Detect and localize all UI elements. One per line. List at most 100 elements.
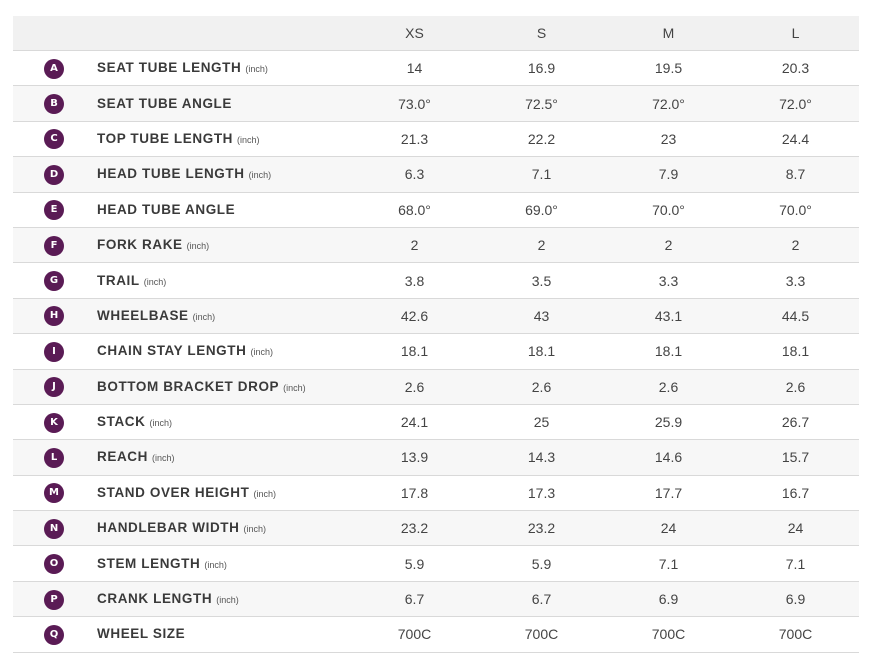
measurement-name: CRANK LENGTH (97, 591, 213, 607)
size-header-m: M (605, 16, 732, 51)
value-cell-l: 70.0° (732, 192, 859, 228)
measurement-letter-badge: P (44, 589, 64, 610)
table-row: M STAND OVER HEIGHT (inch) 17.8 17.3 17.7 16.7 (13, 475, 859, 512)
value-cell-m: 7.9 (605, 156, 732, 193)
badge-cell: I (13, 333, 97, 370)
measurement-letter-badge: H (44, 306, 64, 327)
badge-cell: N (13, 510, 97, 547)
value-cell-m: 3.3 (605, 262, 732, 299)
value-cell-s: 23.2 (478, 510, 605, 547)
table-row: A SEAT TUBE LENGTH (inch) 14 16.9 19.5 20.3 (13, 50, 859, 87)
value-cell-xs: 21.3 (351, 121, 478, 158)
value-cell-xs: 68.0° (351, 192, 478, 228)
measurement-unit: (inch) (237, 134, 260, 145)
value-cell-l: 16.7 (732, 475, 859, 512)
table-row: N HANDLEBAR WIDTH (inch) 23.2 23.2 24 24 (13, 510, 859, 547)
measurement-label: WHEELBASE (inch) (97, 298, 351, 335)
value-cell-xs: 6.7 (351, 581, 478, 618)
size-header-s: S (478, 16, 605, 51)
measurement-label: CRANK LENGTH (inch) (97, 581, 351, 618)
value-cell-xs: 73.0° (351, 85, 478, 122)
measurement-name: SEAT TUBE LENGTH (97, 60, 242, 76)
measurement-name: CHAIN STAY LENGTH (97, 343, 247, 359)
measurement-letter-badge: O (44, 554, 64, 575)
measurement-label: FORK RAKE (inch) (97, 227, 351, 264)
value-cell-l: 20.3 (732, 50, 859, 87)
measurement-letter-badge: I (44, 341, 64, 362)
badge-cell: E (13, 192, 97, 228)
measurement-unit: (inch) (143, 276, 167, 287)
value-cell-xs: 6.3 (351, 156, 478, 193)
badge-cell: Q (13, 616, 97, 653)
table-body: A SEAT TUBE LENGTH (inch) 14 16.9 19.5 20.3 B SE… (13, 50, 859, 653)
measurement-label: TOP TUBE LENGTH (inch) (97, 121, 351, 158)
measurement-name: STAND OVER HEIGHT (97, 484, 250, 500)
measurement-letter-badge: G (44, 271, 64, 292)
measurement-label: SEAT TUBE LENGTH (inch) (97, 50, 351, 87)
value-cell-xs: 14 (351, 50, 478, 87)
measurement-name: WHEEL SIZE (97, 626, 186, 642)
value-cell-s: 2.6 (478, 369, 605, 405)
geometry-table: XS S M L A SEAT TUBE LENGTH (inch) 14 16.9 19… (13, 16, 859, 653)
measurement-letter-badge: E (44, 200, 64, 221)
value-cell-s: 14.3 (478, 439, 605, 476)
measurement-label: CHAIN STAY LENGTH (inch) (97, 333, 351, 370)
measurement-unit: (inch) (243, 524, 266, 535)
value-cell-m: 2.6 (605, 369, 732, 405)
value-cell-xs: 2.6 (351, 369, 478, 405)
header-blank-badge (13, 16, 97, 51)
table-row: E HEAD TUBE ANGLE 68.0° 69.0° 70.0° 70.0° (13, 192, 859, 228)
value-cell-s: 25 (478, 404, 605, 441)
value-cell-s: 5.9 (478, 545, 605, 582)
value-cell-m: 17.7 (605, 475, 732, 512)
measurement-name: TRAIL (97, 272, 140, 288)
value-cell-m: 43.1 (605, 298, 732, 335)
measurement-label: WHEEL SIZE (97, 616, 351, 653)
badge-cell: C (13, 121, 97, 158)
badge-cell: F (13, 227, 97, 264)
table-row: D HEAD TUBE LENGTH (inch) 6.3 7.1 7.9 8.7 (13, 156, 859, 193)
value-cell-l: 24.4 (732, 121, 859, 158)
badge-cell: D (13, 156, 97, 193)
badge-cell: M (13, 475, 97, 512)
size-header-xs: XS (351, 16, 478, 51)
value-cell-xs: 18.1 (351, 333, 478, 370)
measurement-name: REACH (97, 449, 149, 465)
value-cell-xs: 17.8 (351, 475, 478, 512)
table-row: F FORK RAKE (inch) 2 2 2 2 (13, 227, 859, 264)
value-cell-l: 24 (732, 510, 859, 547)
measurement-unit: (inch) (253, 488, 276, 499)
table-row: J BOTTOM BRACKET DROP (inch) 2.6 2.6 2.6 2.6 (13, 369, 859, 405)
table-row: L REACH (inch) 13.9 14.3 14.6 15.7 (13, 439, 859, 476)
table-row: Q WHEEL SIZE 700C 700C 700C 700C (13, 616, 859, 653)
measurement-letter-badge: K (44, 412, 64, 433)
value-cell-s: 22.2 (478, 121, 605, 158)
measurement-unit: (inch) (152, 453, 175, 464)
badge-cell: B (13, 85, 97, 122)
badge-cell: H (13, 298, 97, 335)
table-header-row: XS S M L (13, 16, 859, 51)
value-cell-m: 25.9 (605, 404, 732, 441)
measurement-letter-badge: M (44, 483, 64, 504)
value-cell-m: 72.0° (605, 85, 732, 122)
value-cell-s: 17.3 (478, 475, 605, 512)
value-cell-s: 6.7 (478, 581, 605, 618)
value-cell-xs: 3.8 (351, 262, 478, 299)
value-cell-m: 70.0° (605, 192, 732, 228)
value-cell-l: 6.9 (732, 581, 859, 618)
badge-cell: O (13, 545, 97, 582)
measurement-unit: (inch) (149, 418, 173, 429)
value-cell-l: 2.6 (732, 369, 859, 405)
value-cell-m: 6.9 (605, 581, 732, 618)
measurement-letter-badge: Q (44, 624, 64, 645)
measurement-letter-badge: L (44, 447, 64, 468)
value-cell-s: 2 (478, 227, 605, 264)
measurement-unit: (inch) (245, 64, 268, 75)
measurement-letter-badge: N (44, 518, 64, 539)
value-cell-s: 72.5° (478, 85, 605, 122)
value-cell-xs: 42.6 (351, 298, 478, 335)
value-cell-s: 3.5 (478, 262, 605, 299)
table-row: P CRANK LENGTH (inch) 6.7 6.7 6.9 6.9 (13, 581, 859, 618)
badge-cell: G (13, 262, 97, 299)
badge-cell: J (13, 369, 97, 405)
